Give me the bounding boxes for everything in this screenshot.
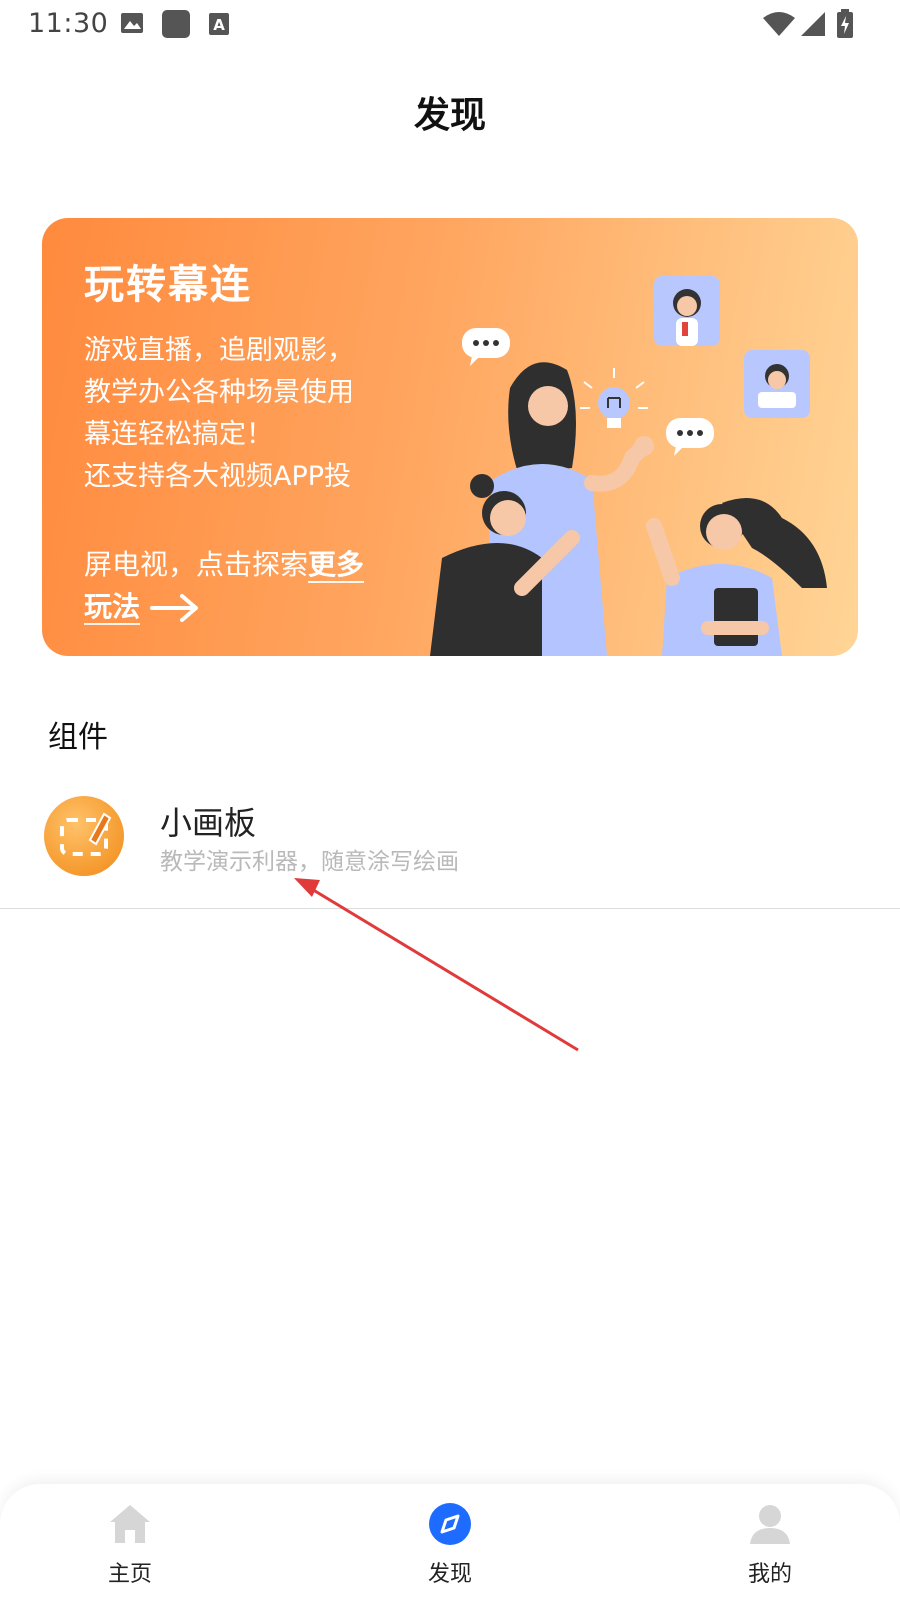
widget-name: 小画板 [160,804,257,842]
image-icon [121,13,143,33]
avatar-card-icon [654,276,720,346]
nav-label: 主页 [107,1562,152,1587]
wifi-icon [763,12,795,36]
signal-icon [801,12,825,36]
speech-bubble-icon [462,328,510,366]
status-bar: 11:30 A [0,0,900,50]
banner-desc-line: 幕连轻松搞定！ [84,419,273,450]
banner-explore-link[interactable]: 屏电视，点击探索更多 玩法 [84,544,384,628]
banner-link-prefix: 屏电视，点击探索 [84,548,309,581]
home-icon [110,1505,150,1543]
drawing-board-icon [44,796,124,876]
banner-link-more[interactable]: 更多 [308,548,365,583]
arrow-right-icon [149,594,198,622]
widget-description: 教学演示利器，随意涂写绘画 [160,849,459,875]
nav-item-home[interactable]: 主页 [70,1502,190,1598]
speech-bubble-icon [666,418,714,456]
app-square-icon [162,10,190,38]
banner-desc-line: 还支持各大视频APP投 [84,461,352,492]
avatar-card-icon [744,350,810,418]
nav-item-profile[interactable]: 我的 [710,1502,830,1598]
battery-charging-icon [837,9,853,38]
page-title: 发现 [413,95,486,136]
status-time: 11:30 [28,8,109,39]
compass-icon [429,1503,471,1545]
widget-item-drawing-board[interactable]: 小画板 教学演示利器，随意涂写绘画 [0,790,900,909]
text-a-icon: A [209,13,229,35]
people-illustration [430,276,827,656]
nav-item-discover[interactable]: 发现 [390,1502,510,1598]
woman-holding-tablet [646,498,827,656]
banner-description: 游戏直播，追剧观影， 教学办公各种场景使用 幕连轻松搞定！ 还支持各大视频APP… [84,330,384,498]
nav-label: 我的 [747,1562,792,1587]
section-title: 组件 [48,720,108,755]
bottom-nav: 主页 发现 我的 [0,1484,900,1600]
nav-label: 发现 [427,1562,472,1587]
promo-banner[interactable]: 玩转幕连 游戏直播，追剧观影， 教学办公各种场景使用 幕连轻松搞定！ 还支持各大… [42,218,858,656]
banner-desc-line: 教学办公各种场景使用 [84,377,354,408]
banner-title: 玩转幕连 [84,262,252,308]
svg-text:A: A [213,16,225,34]
light-bulb-icon [580,368,648,428]
user-icon [750,1505,790,1544]
banner-desc-line: 游戏直播，追剧观影， [84,335,354,366]
banner-link-play[interactable]: 玩法 [84,590,141,625]
